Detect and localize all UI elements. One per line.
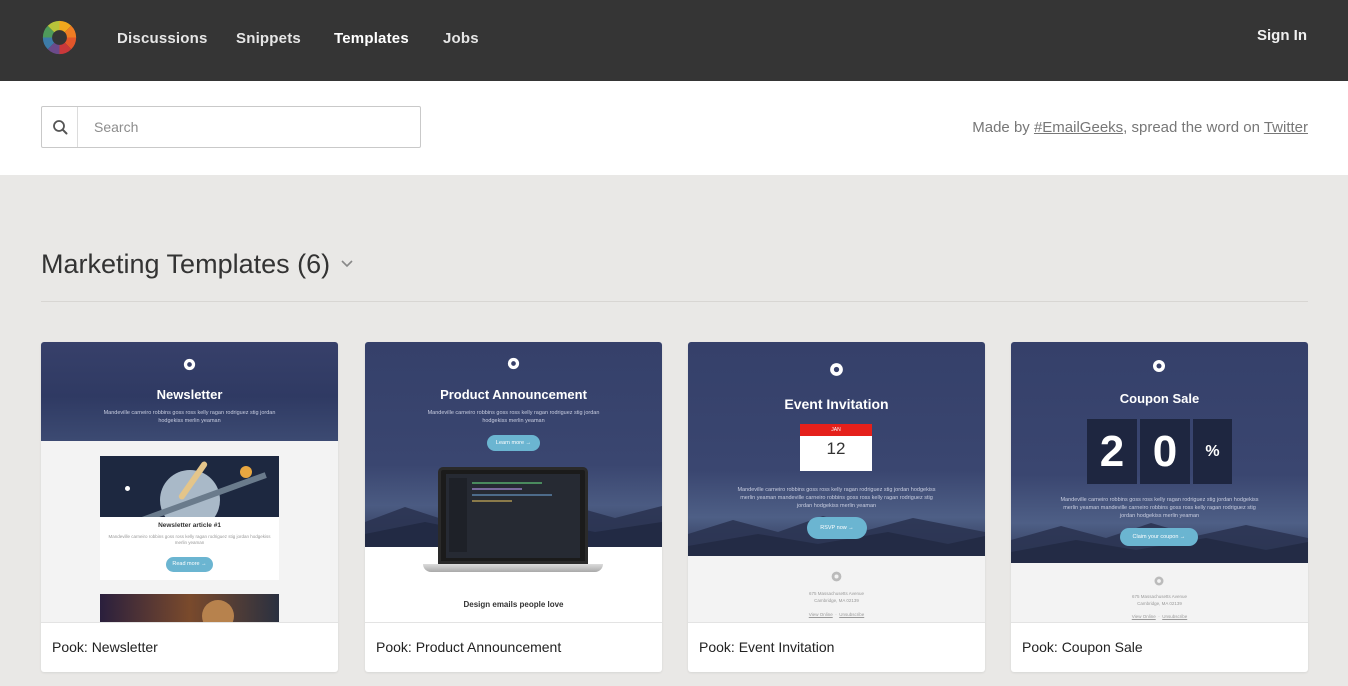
learn-more-button: Learn more → — [487, 435, 540, 451]
section-title: Marketing Templates (6) — [41, 249, 331, 279]
gear-icon — [183, 358, 196, 371]
top-navbar: Discussions Snippets Templates Jobs Sign… — [0, 0, 1348, 81]
footer-address-line2: Cambridge, MA 02139 — [1137, 601, 1182, 606]
thumbnail-body: Mandeville carneiro robbins goss ross ke… — [737, 487, 936, 509]
card-title[interactable]: Pook: Event Invitation — [699, 639, 834, 655]
search-icon[interactable] — [42, 107, 78, 147]
laptop-screen — [438, 467, 588, 564]
unsubscribe-link: Unsubscribe — [1162, 614, 1188, 619]
thumbnail-subtitle: Design emails people love — [463, 600, 564, 609]
twitter-link[interactable]: Twitter — [1264, 119, 1308, 136]
gear-icon — [831, 571, 842, 582]
card-title[interactable]: Pook: Product Announcement — [376, 639, 561, 655]
card-divider — [365, 622, 662, 623]
coupon-digit: 2 — [1087, 419, 1137, 484]
thumbnail-body: Mandeville carneiro robbins goss ross ke… — [427, 410, 600, 424]
footer-links: View Online · Unsubscribe — [1131, 614, 1188, 619]
article-block: Newsletter article #1 Mandeville carneir… — [100, 456, 279, 580]
footer-address-line2: Cambridge, MA 02139 — [814, 598, 859, 603]
space-illustration — [100, 594, 279, 622]
thumbnail-body: Mandeville carneiro robbins goss ross ke… — [103, 410, 276, 424]
template-thumbnail: Event Invitation JAN 12 Mandeville carne… — [688, 342, 985, 622]
credit-middle: , spread the word on — [1123, 119, 1264, 136]
card-divider — [688, 622, 985, 623]
credit-text: Made by #EmailGeeks, spread the word on … — [972, 119, 1308, 136]
section-divider — [41, 301, 1308, 302]
nav-discussions[interactable]: Discussions — [117, 30, 208, 47]
nav-jobs[interactable]: Jobs — [443, 30, 479, 47]
card-divider — [41, 622, 338, 623]
calendar-month: JAN — [800, 424, 872, 436]
template-thumbnail: Product Announcement Mandeville carneiro… — [365, 342, 662, 622]
read-more-button: Read more → — [166, 557, 213, 572]
template-thumbnail: Newsletter Mandeville carneiro robbins g… — [41, 342, 338, 622]
card-divider — [1011, 622, 1308, 623]
gear-icon — [830, 363, 843, 376]
thumbnail-title: Event Invitation — [784, 396, 889, 412]
coupon-digit: 0 — [1140, 419, 1190, 484]
coupon-percent: % — [1193, 419, 1232, 484]
emailgeeks-link[interactable]: #EmailGeeks — [1034, 119, 1123, 136]
rocket-illustration — [100, 456, 279, 517]
template-card-product-announcement[interactable]: Product Announcement Mandeville carneiro… — [365, 342, 662, 672]
search-section: Made by #EmailGeeks, spread the word on … — [0, 81, 1348, 175]
card-title[interactable]: Pook: Newsletter — [52, 639, 158, 655]
thumbnail-title: Coupon Sale — [1119, 391, 1200, 406]
footer-address-line1: 675 Massachusetts Avenue — [809, 591, 864, 596]
template-card-event-invitation[interactable]: Event Invitation JAN 12 Mandeville carne… — [688, 342, 985, 672]
laptop-base — [423, 564, 603, 572]
claim-coupon-button: Claim your coupon → — [1120, 528, 1198, 546]
article-body: Mandeville carneiro robbins goss ross ke… — [108, 534, 271, 545]
view-online-link: View Online — [808, 612, 833, 617]
article-title: Newsletter article #1 — [158, 522, 221, 529]
thumbnail-title: Product Announcement — [440, 387, 587, 402]
template-card-newsletter[interactable]: Newsletter Mandeville carneiro robbins g… — [41, 342, 338, 672]
search-input[interactable] — [79, 107, 419, 147]
unsubscribe-link: Unsubscribe — [839, 612, 865, 617]
view-online-link: View Online — [1131, 614, 1156, 619]
search-box — [41, 106, 421, 148]
template-card-coupon-sale[interactable]: Coupon Sale 2 0 % Mandeville carneiro ro… — [1011, 342, 1308, 672]
sign-in-link[interactable]: Sign In — [1257, 27, 1307, 44]
credit-prefix: Made by — [972, 119, 1034, 136]
card-title[interactable]: Pook: Coupon Sale — [1022, 639, 1143, 655]
thumbnail-title: Newsletter — [156, 387, 223, 402]
gear-icon — [507, 357, 520, 370]
calendar-day: 12 — [826, 439, 846, 458]
chevron-down-icon[interactable] — [340, 259, 354, 269]
gear-icon — [1154, 576, 1164, 586]
nav-snippets[interactable]: Snippets — [236, 30, 301, 47]
logo-icon[interactable] — [41, 19, 78, 56]
footer-address-line1: 675 Massachusetts Avenue — [1132, 594, 1187, 599]
thumbnail-body: Mandeville carneiro robbins goss ross ke… — [1060, 497, 1259, 519]
template-thumbnail: Coupon Sale 2 0 % Mandeville carneiro ro… — [1011, 342, 1308, 622]
nav-templates[interactable]: Templates — [334, 30, 409, 47]
footer-links: View Online · Unsubscribe — [808, 612, 865, 617]
gear-icon — [1153, 360, 1165, 372]
rsvp-button: RSVP now → — [807, 517, 867, 539]
calendar-icon: JAN 12 — [800, 424, 872, 471]
